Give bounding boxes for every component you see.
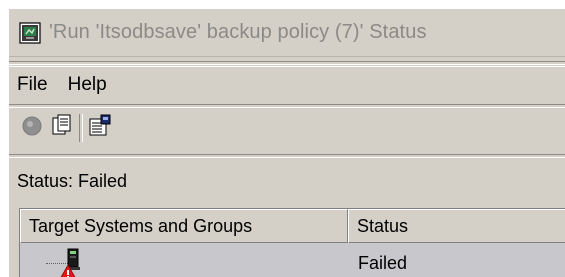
toolbar-separator	[9, 154, 565, 158]
window-title: 'Run 'Itsodbsave' backup policy (7)' Sta…	[49, 21, 427, 43]
stop-button[interactable]	[17, 113, 47, 143]
document-icon	[51, 114, 73, 143]
status-cell: Failed	[358, 252, 408, 273]
table-header: Target Systems and Groups Status	[20, 209, 565, 243]
title-bar[interactable]: 'Run 'Itsodbsave' backup policy (7)' Sta…	[9, 9, 565, 57]
menu-separator	[9, 104, 565, 108]
status-window: 'Run 'Itsodbsave' backup policy (7)' Sta…	[8, 8, 565, 277]
properties-icon	[88, 114, 112, 143]
properties-button[interactable]	[85, 113, 115, 143]
app-icon	[19, 21, 41, 44]
status-label: Status: Failed	[17, 171, 128, 191]
system-failed-icon	[58, 247, 86, 277]
toolbar	[9, 109, 565, 147]
new-document-button[interactable]	[47, 113, 77, 143]
target-cell	[20, 243, 348, 277]
stop-icon	[21, 115, 43, 142]
toolbar-divider	[79, 114, 83, 142]
menu-help[interactable]: Help	[58, 74, 117, 96]
targets-table: Target Systems and Groups Status Failed	[19, 208, 565, 277]
column-header-target[interactable]: Target Systems and Groups	[20, 209, 348, 243]
title-separator	[9, 61, 565, 65]
table-row[interactable]: Failed	[20, 243, 565, 277]
column-header-status[interactable]: Status	[348, 209, 565, 243]
menu-bar: File Help	[9, 66, 565, 102]
menu-file[interactable]: File	[9, 74, 58, 96]
